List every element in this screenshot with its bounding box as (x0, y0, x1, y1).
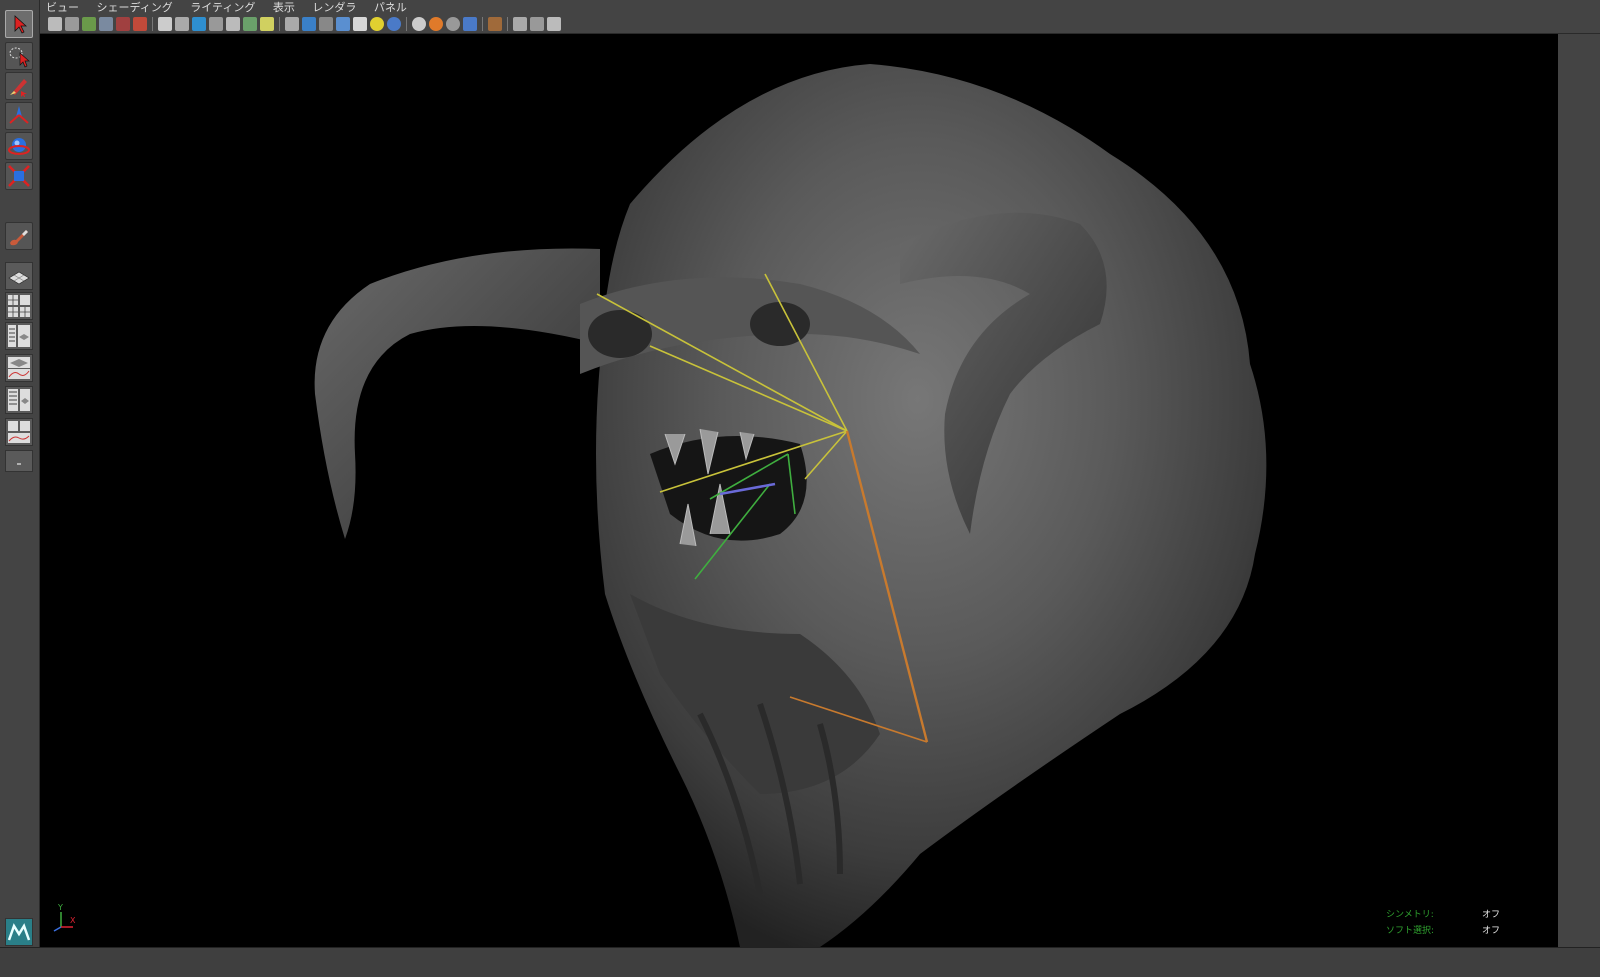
select-camera-icon[interactable] (48, 17, 62, 31)
hud-icon[interactable] (513, 17, 527, 31)
panel-menu-bar: ビュー シェーディング ライティング 表示 レンダラ パネル (40, 0, 1600, 15)
2d-pan-zoom-icon[interactable] (116, 17, 130, 31)
single-perspective-layout-button[interactable] (5, 262, 33, 290)
xray-icon[interactable] (412, 17, 426, 31)
menu-show[interactable]: 表示 (273, 1, 295, 14)
grid-icon[interactable] (158, 17, 172, 31)
hud-symmetry-value: オフ (1481, 910, 1500, 920)
viewport-hud: シンメトリ: オフ ソフト選択: オフ (1386, 907, 1500, 939)
axis-x-label: X (70, 916, 76, 925)
scale-tool-button[interactable] (5, 162, 33, 190)
grease-pencil-icon[interactable] (133, 17, 147, 31)
panel-toolbar (40, 15, 1600, 34)
wireframe-on-shaded-icon[interactable] (336, 17, 350, 31)
use-all-lights-icon[interactable] (370, 17, 384, 31)
xray-active-icon[interactable] (429, 17, 443, 31)
scale-icon (8, 165, 30, 187)
more-icon (17, 463, 21, 465)
panel-layout-icon[interactable] (530, 17, 544, 31)
wireframe-icon[interactable] (285, 17, 299, 31)
maya-logo-icon (7, 923, 31, 941)
outliner-persp-layout-button[interactable] (5, 322, 33, 350)
image-plane-icon[interactable] (99, 17, 113, 31)
select-arrow-icon (14, 15, 28, 34)
left-horn (314, 248, 600, 539)
hud-symmetry-row: シンメトリ: オフ (1386, 907, 1500, 923)
smooth-shade-icon[interactable] (302, 17, 316, 31)
sculpted-creature-head: Y X (53, 64, 1267, 947)
shadows-icon[interactable] (387, 17, 401, 31)
isolate-select-icon[interactable] (488, 17, 502, 31)
xray-joints-icon[interactable] (446, 17, 460, 31)
left-eye-socket (588, 310, 652, 358)
toolbox (0, 0, 40, 976)
textured-icon[interactable] (353, 17, 367, 31)
layout-menu-button[interactable] (5, 450, 33, 472)
share-icon[interactable] (547, 17, 561, 31)
gate-mask-icon[interactable] (209, 17, 223, 31)
maya-logo (5, 918, 33, 946)
hypergraph-persp-layout-button[interactable] (5, 386, 33, 414)
layout-custom-icon (8, 421, 30, 443)
hud-soft-select-label: ソフト選択: (1386, 926, 1435, 936)
persp-graph-layout-button[interactable] (5, 354, 33, 382)
menu-lighting[interactable]: ライティング (190, 1, 255, 14)
hud-symmetry-label: シンメトリ: (1386, 910, 1434, 920)
hud-soft-select-value: オフ (1481, 926, 1500, 936)
perspective-viewport[interactable]: Y X シンメトリ: オフ ソフト選択: オフ (40, 34, 1558, 947)
rotate-tool-button[interactable] (5, 132, 33, 160)
move-icon (9, 106, 29, 124)
safe-title-icon[interactable] (260, 17, 274, 31)
menu-view[interactable]: ビュー (46, 1, 79, 14)
layout-hypergraph-icon (8, 389, 30, 411)
layout-four-icon (8, 295, 30, 317)
axis-triad: Y X (53, 903, 76, 932)
layout-graph-icon (8, 357, 30, 379)
paint-select-tool-button[interactable] (5, 72, 33, 100)
custom-layout-button[interactable] (5, 418, 33, 446)
last-tool-button[interactable] (5, 222, 33, 250)
resolution-gate-icon[interactable] (192, 17, 206, 31)
axis-y-label: Y (57, 903, 63, 912)
ambient-occlusion-icon[interactable] (463, 17, 477, 31)
camera-attributes-icon[interactable] (65, 17, 79, 31)
menu-renderer[interactable]: レンダラ (312, 1, 356, 14)
select-tool-button[interactable] (5, 10, 33, 38)
film-gate-icon[interactable] (175, 17, 189, 31)
lasso-tool-button[interactable] (5, 42, 33, 70)
layout-outliner-icon (8, 325, 30, 347)
menu-shading[interactable]: シェーディング (97, 1, 173, 14)
rotate-icon (8, 138, 30, 155)
shaded-wireframe-icon[interactable] (319, 17, 333, 31)
safe-action-icon[interactable] (243, 17, 257, 31)
layout-single-icon (8, 271, 30, 285)
time-slider[interactable] (0, 947, 1600, 977)
field-chart-icon[interactable] (226, 17, 240, 31)
right-eye-socket (750, 302, 810, 346)
right-panel-edge (1558, 34, 1600, 947)
bookmarks-icon[interactable] (82, 17, 96, 31)
menu-panels[interactable]: パネル (374, 1, 407, 14)
four-view-layout-button[interactable] (5, 292, 33, 320)
lasso-select-icon (9, 47, 30, 68)
move-tool-button[interactable] (5, 102, 33, 130)
brush-icon (10, 230, 28, 246)
paint-select-icon (10, 79, 27, 97)
hud-soft-select-row: ソフト選択: オフ (1386, 923, 1500, 939)
